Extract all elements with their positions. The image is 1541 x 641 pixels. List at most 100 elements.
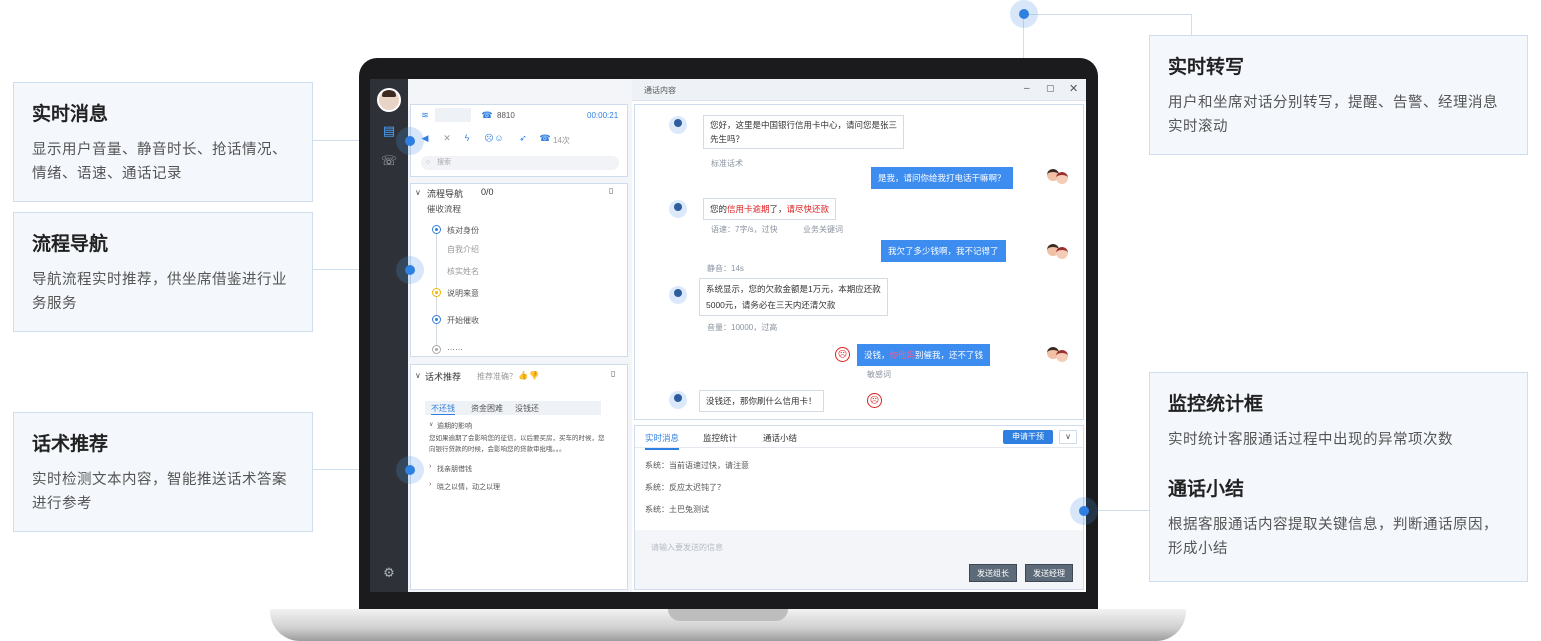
callout-title: 流程导航 [32, 234, 109, 255]
script-tab[interactable]: 没钱还 [515, 403, 539, 414]
bolt-icon[interactable]: ϟ [461, 133, 473, 143]
mute-icon[interactable]: ✕ [441, 133, 453, 144]
connector [1191, 14, 1192, 36]
sad-face-icon: ☹ [867, 393, 882, 408]
thumb-up-icon[interactable]: 👍 [518, 371, 528, 380]
callout-desc-2: 根据客服通话内容提取关键信息，判断通话原因，形成小结 [1168, 517, 1498, 557]
script-body: 您如果逾期了会影响您的征信，以后要买房，买车的时候，您向银行贷款的时候，会影响您… [429, 435, 605, 453]
chevron-down-icon[interactable]: ∨ [415, 188, 421, 197]
tab-monitor-stats[interactable]: 监控统计 [703, 432, 737, 444]
rocket-icon[interactable]: ➶ [517, 133, 529, 144]
app-screen: ▤ ☏ ⚙ ≋ ☎ 8810 00:00:21 ◀ ✕ ϟ ☹ ☺ ➶ ☎ 14… [370, 79, 1086, 592]
message-input[interactable]: 请输入要发送的信息 发送组长 发送经理 [635, 530, 1083, 589]
message-text: 别催我，还不了钱 [915, 350, 984, 360]
system-message: 系统：土巴兔测试 [645, 505, 709, 514]
connector-dot [1070, 497, 1098, 525]
monitor-tabs: 实时消息 监控统计 通话小结 申请干预 ∨ [635, 426, 1083, 450]
agent-avatar [669, 116, 687, 134]
callout-desc: 导航流程实时推荐，供坐席借鉴进行业务服务 [32, 272, 287, 312]
script-section-title[interactable]: 逾期的影响 [437, 421, 472, 431]
flow-step[interactable]: 说明来意 [447, 288, 479, 299]
callout-flow-navigation: 流程导航 导航流程实时推荐，供坐席借鉴进行业务服务 [13, 212, 313, 332]
agent-desk-icon[interactable]: ▤ [380, 123, 398, 139]
document-icon[interactable]: ▯ [609, 186, 613, 195]
script-item[interactable]: 晓之以情，动之以理 [437, 482, 500, 492]
chevron-right-icon: › [429, 481, 432, 488]
message-note: 敏感词 [867, 370, 891, 379]
script-tab[interactable]: 资金困难 [471, 403, 503, 414]
message-line: 5000元，请务必在三天内还清欠款 [706, 300, 836, 310]
flow-step[interactable]: 开始催收 [447, 315, 479, 326]
chevron-right-icon: › [429, 463, 432, 470]
caller-name-field [435, 108, 471, 122]
callout-script-recommend: 话术推荐 实时检测文本内容，智能推送话术答案进行参考 [13, 412, 313, 532]
flow-step[interactable]: 核对身份 [447, 225, 479, 236]
minimize-icon[interactable]: – [1024, 83, 1030, 94]
script-tab-active[interactable]: 不还钱 [431, 403, 455, 415]
send-manager-button[interactable]: 发送经理 [1025, 564, 1073, 582]
flow-step[interactable]: 自我介绍 [447, 244, 479, 255]
callout-title: 实时消息 [32, 104, 109, 125]
close-icon[interactable]: ✕ [1069, 82, 1078, 95]
flow-name: 催收流程 [427, 204, 462, 214]
side-column: ≋ ☎ 8810 00:00:21 ◀ ✕ ϟ ☹ ☺ ➶ ☎ 14次 搜索 ∨… [408, 79, 631, 592]
callout-desc: 用户和坐席对话分别转写，提醒、告警、经理消息实时滚动 [1168, 95, 1498, 135]
agent-message: 系统显示，您的欠款金额是1万元，本期应还款 5000元，请务必在三天内还清欠款 [699, 278, 888, 316]
connector-dot [1010, 0, 1038, 28]
gear-icon[interactable]: ⚙ [380, 565, 398, 581]
flow-title: 流程导航 [427, 189, 464, 199]
message-text: 没钱， [864, 350, 890, 360]
flow-step[interactable]: 核实姓名 [447, 266, 479, 277]
system-message: 系统：当前语速过快，请注意 [645, 461, 749, 470]
callout-desc: 显示用户音量、静音时长、抢话情况、情绪、语速、通话记录 [32, 142, 287, 182]
call-history-icon[interactable]: ☎ [539, 133, 551, 144]
flow-step: …… [447, 343, 463, 352]
document-icon[interactable]: ▯ [611, 369, 615, 378]
script-item[interactable]: 找亲朋借钱 [437, 464, 472, 474]
customer-message: 是我，请问你给我打电话干嘛啊？ [871, 167, 1013, 189]
connector-dot [396, 127, 424, 155]
script-title: 话术推荐 [425, 372, 462, 382]
sad-face-icon: ☹ [835, 347, 850, 362]
callout-title-2: 通话小结 [1168, 479, 1245, 500]
send-leader-button[interactable]: 发送组长 [969, 564, 1017, 582]
step-dot [432, 288, 441, 297]
agent-message: 您好，这里是中国银行信用卡中心，请问您是张三 先生吗？ [703, 115, 905, 149]
message-text: 您的 [710, 204, 728, 214]
chevron-down-icon: ∨ [429, 422, 434, 428]
keyword-highlight: 请尽快还款 [786, 204, 830, 214]
connector-dot [396, 456, 424, 484]
keyword-highlight: 信用卡逾期 [727, 204, 770, 214]
connector [1024, 14, 1192, 15]
tab-realtime-message[interactable]: 实时消息 [645, 432, 680, 450]
laptop-notch [668, 609, 788, 621]
avatar[interactable] [377, 88, 401, 112]
step-dot [432, 345, 441, 354]
callout-title: 话术推荐 [32, 434, 109, 455]
request-intervention-button[interactable]: 申请干预 [1003, 430, 1053, 444]
tab-call-summary[interactable]: 通话小结 [763, 432, 797, 444]
customer-message: 没钱，你他妈别催我，还不了钱 [857, 344, 991, 366]
thumb-down-icon[interactable]: 👎 [529, 371, 539, 380]
message-note: 业务关键词 [803, 225, 843, 234]
emotion-icon-2[interactable]: ☺ [493, 133, 505, 143]
nav-rail: ▤ ☏ ⚙ [370, 79, 408, 592]
chevron-down-icon[interactable]: ∨ [415, 371, 421, 380]
maximize-icon[interactable]: ▢ [1046, 83, 1055, 94]
chevron-down-icon[interactable]: ∨ [1059, 430, 1077, 444]
extension-number: 8810 [497, 111, 515, 120]
message-text: 了， [769, 204, 787, 214]
connector-dot [396, 256, 424, 284]
callout-realtime-message: 实时消息 显示用户音量、静音时长、抢话情况、情绪、语速、通话记录 [13, 82, 313, 202]
phone-book-icon[interactable]: ☏ [380, 153, 398, 169]
agent-message: 没钱还，那你刷什么信用卡！ [699, 390, 824, 412]
step-dot [432, 225, 441, 234]
callout-monitor-summary: 监控统计框 实时统计客服通话过程中出现的异常项次数 通话小结 根据客服通话内容提… [1149, 372, 1528, 582]
agent-avatar [669, 286, 687, 304]
flow-navigation-panel: ∨ 流程导航 0/0 ▯ 催收流程 核对身份 自我介绍 核实姓名 说明来意 开始… [410, 183, 628, 357]
message-line: 您好，这里是中国银行信用卡中心，请问您是张三 [710, 120, 898, 130]
callout-title: 实时转写 [1168, 57, 1245, 78]
search-input[interactable]: 搜索 [421, 156, 619, 170]
message-line: 先生吗？ [710, 134, 745, 144]
chat-transcript: 您好，这里是中国银行信用卡中心，请问您是张三 先生吗？ 标准话术 是我，请问你给… [634, 104, 1084, 420]
